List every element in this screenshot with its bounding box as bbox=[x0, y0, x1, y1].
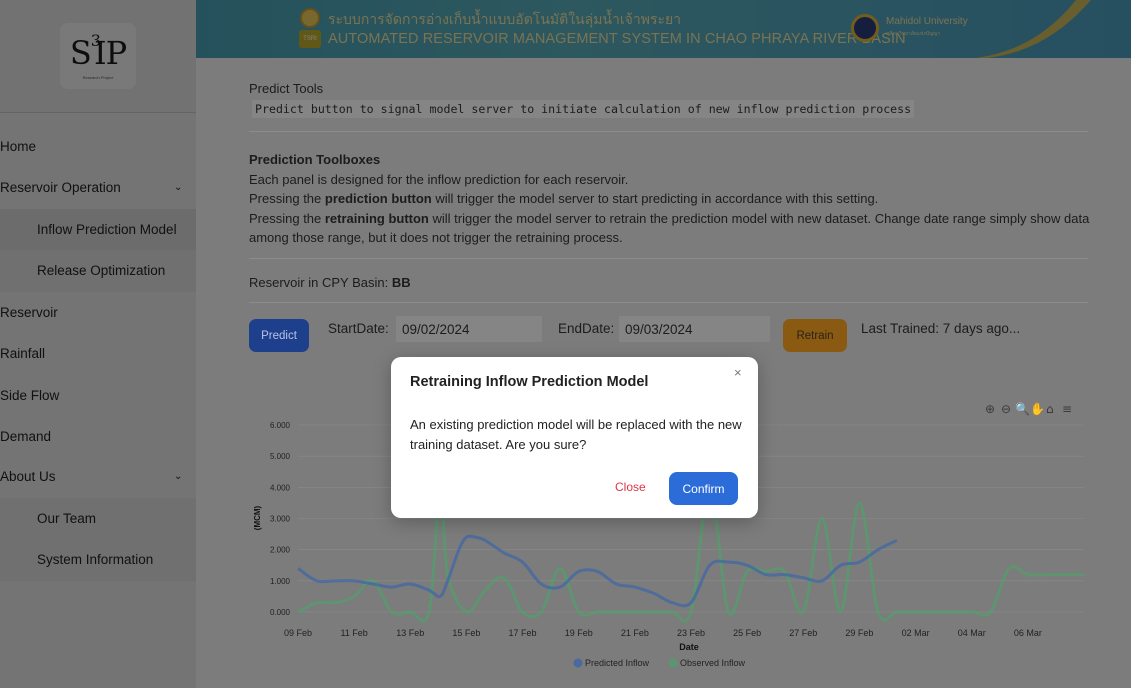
x-tick-label: 11 Feb bbox=[340, 628, 367, 638]
x-tick-label: 04 Mar bbox=[958, 628, 986, 638]
y-tick-label: 3.000 bbox=[270, 515, 291, 524]
retrain-button[interactable]: Retrain bbox=[783, 319, 847, 352]
magnify-icon[interactable]: 🔍 bbox=[1015, 401, 1030, 416]
basin-value: BB bbox=[391, 275, 411, 290]
modal-close-button[interactable]: Close bbox=[615, 480, 646, 494]
end-date-label: EndDate: bbox=[558, 321, 615, 336]
x-tick-label: 13 Feb bbox=[396, 628, 424, 638]
y-tick-label: 2.000 bbox=[270, 546, 291, 555]
legend-marker bbox=[668, 658, 678, 668]
predict-tools-code: Predict button to signal model server to… bbox=[252, 100, 915, 118]
chart-toolbar[interactable]: ⊕ ⊖ 🔍 ✋ ⌂ ≡ bbox=[985, 401, 1072, 416]
pan-hand-icon[interactable]: ✋ bbox=[1030, 402, 1045, 416]
chart-legend[interactable]: Predicted Inflow Observed Inflow bbox=[573, 658, 746, 668]
modal-confirm-button[interactable]: Confirm bbox=[669, 472, 738, 505]
menu-icon[interactable]: ≡ bbox=[1062, 402, 1072, 416]
y-tick-label: 4.000 bbox=[270, 483, 291, 492]
x-axis-label: Date bbox=[679, 642, 699, 652]
x-tick-label: 15 Feb bbox=[452, 628, 480, 638]
y-axis-label: (MCM) bbox=[253, 505, 262, 530]
sidebar-overlay bbox=[0, 0, 196, 688]
modal-body: An existing prediction model will be rep… bbox=[410, 417, 742, 452]
divider bbox=[249, 302, 1088, 303]
last-trained-text: Last Trained: 7 days ago... bbox=[861, 321, 1021, 336]
zoom-in-icon[interactable]: ⊕ bbox=[985, 402, 995, 416]
y-tick-label: 5.000 bbox=[270, 452, 291, 461]
x-tick-label: 02 Mar bbox=[902, 628, 930, 638]
start-date-input[interactable] bbox=[396, 316, 542, 342]
x-tick-label: 21 Feb bbox=[621, 628, 649, 638]
home-icon[interactable]: ⌂ bbox=[1046, 402, 1054, 416]
start-date-label: StartDate: bbox=[328, 321, 389, 336]
x-axis: 09 Feb 11 Feb 13 Feb 15 Feb 17 Feb 19 Feb 21 F… bbox=[284, 628, 1042, 638]
x-tick-label: 06 Mar bbox=[1014, 628, 1042, 638]
x-tick-label: 25 Feb bbox=[733, 628, 761, 638]
y-tick-label: 1.000 bbox=[270, 577, 291, 586]
y-tick-label: 0.000 bbox=[270, 608, 291, 617]
close-icon[interactable]: × bbox=[734, 365, 742, 380]
x-tick-label: 19 Feb bbox=[565, 628, 593, 638]
retrain-confirm-modal: Retraining Inflow Prediction Model × An … bbox=[391, 357, 758, 518]
basin-label: Reservoir in CPY Basin: BB bbox=[249, 275, 411, 290]
toolboxes-text: Prediction Toolboxes Each panel is desig… bbox=[249, 152, 1090, 245]
y-tick-label: 6.000 bbox=[270, 421, 291, 430]
modal-title: Retraining Inflow Prediction Model bbox=[410, 374, 649, 390]
predict-tools-title: Predict Tools bbox=[249, 81, 324, 96]
y-axis: 0.000 1.000 2.000 3.000 4.000 5.000 6.000 bbox=[270, 421, 291, 617]
header-overlay bbox=[196, 0, 1131, 58]
predict-button[interactable]: Predict bbox=[249, 319, 309, 352]
x-tick-label: 23 Feb bbox=[677, 628, 705, 638]
x-tick-label: 29 Feb bbox=[845, 628, 873, 638]
zoom-out-icon[interactable]: ⊖ bbox=[1001, 402, 1011, 416]
x-tick-label: 27 Feb bbox=[789, 628, 817, 638]
x-tick-label: 17 Feb bbox=[509, 628, 537, 638]
toolboxes-title: Prediction Toolboxes bbox=[249, 152, 381, 167]
legend-label: Observed Inflow bbox=[680, 658, 746, 668]
divider bbox=[249, 258, 1088, 259]
legend-label: Predicted Inflow bbox=[585, 658, 650, 668]
divider bbox=[249, 131, 1088, 132]
x-tick-label: 09 Feb bbox=[284, 628, 312, 638]
end-date-input[interactable] bbox=[619, 316, 770, 342]
legend-marker bbox=[573, 658, 583, 668]
